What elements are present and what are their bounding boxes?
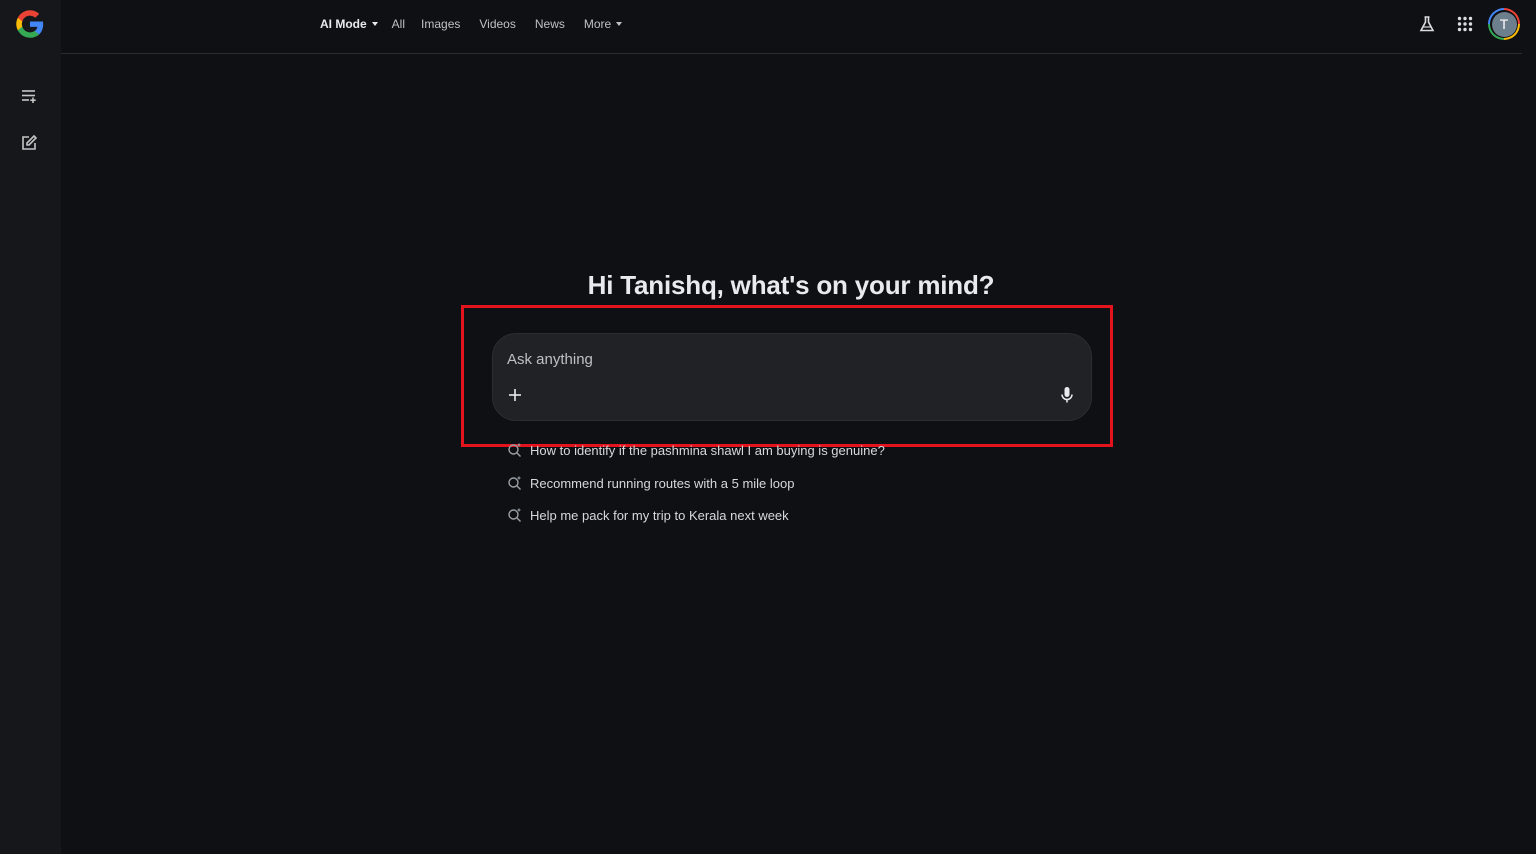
tab-ai-mode-label: AI Mode: [320, 17, 367, 31]
microphone-icon: [1061, 387, 1073, 403]
tab-news[interactable]: News: [535, 16, 565, 32]
ai-search-box[interactable]: [492, 333, 1092, 421]
avatar-ring-gap: T: [1490, 10, 1518, 38]
tab-videos[interactable]: Videos: [479, 16, 515, 32]
suggestion-item[interactable]: How to identify if the pashmina shawl I …: [507, 443, 1107, 459]
plus-icon: [509, 389, 521, 401]
apps-grid-icon[interactable]: [1449, 8, 1481, 40]
voice-search-button[interactable]: [1057, 385, 1077, 405]
tab-all[interactable]: All: [392, 16, 405, 32]
sparkle-search-icon: [508, 476, 521, 490]
avatar: T: [1491, 11, 1517, 37]
sparkle-search-icon: [508, 508, 521, 522]
tab-news-label: News: [534, 17, 565, 31]
suggestion-text: How to identify if the pashmina shawl I …: [530, 443, 885, 458]
add-attachment-button[interactable]: [505, 385, 525, 405]
suggestion-text: Help me pack for my trip to Kerala next …: [530, 507, 789, 523]
top-bar: AI Mode All Images Videos News More T: [61, 0, 1522, 54]
history-icon[interactable]: [17, 84, 41, 108]
search-type-tabs: AI Mode All Images Videos News More: [320, 16, 623, 32]
chevron-down-icon: [371, 22, 378, 26]
tab-images-label: Images: [421, 17, 461, 31]
google-logo-icon[interactable]: [15, 9, 45, 39]
suggestion-text: Recommend running routes with a 5 mile l…: [530, 475, 795, 491]
tab-ai-mode[interactable]: AI Mode: [320, 16, 378, 32]
tab-all-label: All: [391, 17, 406, 31]
new-chat-icon[interactable]: [17, 131, 41, 155]
suggestion-item[interactable]: Help me pack for my trip to Kerala next …: [507, 499, 1107, 531]
page-title: Hi Tanishq, what's on your mind?: [587, 270, 995, 300]
tab-more[interactable]: More: [583, 16, 623, 32]
account-avatar-button[interactable]: T: [1488, 8, 1520, 40]
tab-images[interactable]: Images: [421, 16, 460, 32]
chevron-down-icon: [616, 22, 623, 26]
suggestion-item[interactable]: Recommend running routes with a 5 mile l…: [507, 467, 1107, 499]
tab-videos-label: Videos: [479, 17, 516, 31]
sparkle-search-icon: [508, 443, 521, 457]
search-input[interactable]: [507, 348, 1067, 370]
labs-flask-icon[interactable]: [1411, 8, 1443, 40]
tab-more-label: More: [583, 17, 612, 31]
left-rail: [0, 0, 61, 854]
suggestion-list: How to identify if the pashmina shawl I …: [507, 443, 1107, 531]
header-actions: T: [1411, 8, 1520, 40]
